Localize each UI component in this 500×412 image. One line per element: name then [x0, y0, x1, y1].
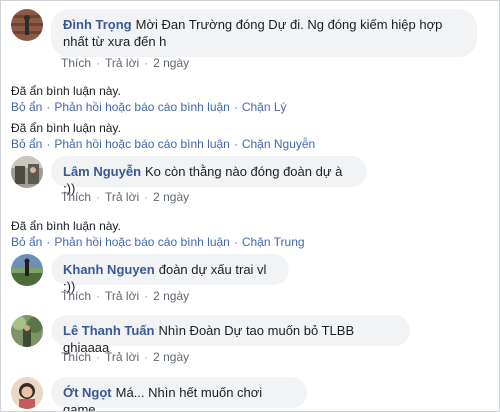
avatar[interactable] — [11, 315, 43, 347]
unhide-link[interactable]: Bỏ ẩn — [11, 137, 42, 151]
separator: · — [46, 137, 51, 151]
comment-actions: Thích · Trả lời · 2 ngày — [61, 190, 189, 204]
hidden-actions: Bỏ ẩn · Phản hồi hoặc báo cáo bình luận · Ch… — [11, 234, 305, 250]
separator: · — [144, 289, 149, 303]
comment-bubble: Lâm Nguyễn Ko còn thằng nào đóng đoàn dự … — [51, 156, 367, 196]
avatar[interactable] — [11, 156, 43, 188]
separator: · — [233, 100, 238, 114]
comment-bubble: Khanh Nguyen đoàn dự xấu trai vl :)) — [51, 254, 289, 294]
hidden-comment: Đã ẩn bình luận này. Bỏ ẩn · Phản hồi hoặc… — [11, 218, 305, 250]
hidden-message: Đã ẩn bình luận này. — [11, 84, 121, 98]
reply-link[interactable]: Trả lời — [105, 289, 139, 303]
comment-text-continued: nhất từ xưa đến h — [63, 34, 167, 49]
separator: · — [96, 56, 101, 70]
reply-link[interactable]: Trả lời — [105, 56, 139, 70]
block-link[interactable]: Chặn Lý — [242, 100, 287, 114]
avatar[interactable] — [11, 9, 43, 41]
separator: · — [144, 56, 149, 70]
comment-bubble: Ớt Ngọt Má... Nhìn hết muốn chơi game — [51, 377, 307, 411]
like-link[interactable]: Thích — [61, 289, 91, 303]
like-link[interactable]: Thích — [61, 56, 91, 70]
comment-bubble: Đình Trọng Mời Đan Trường đóng Dự đi. Ng … — [51, 9, 477, 57]
like-link[interactable]: Thích — [61, 350, 91, 364]
comment-bubble: Lê Thanh Tuấn Nhìn Đoàn Dự tao muốn bỏ TL… — [51, 315, 410, 355]
timestamp[interactable]: 2 ngày — [153, 56, 189, 70]
hidden-comment: Đã ẩn bình luận này. Bỏ ẩn · Phản hồi hoặc… — [11, 120, 315, 152]
comment-actions: Thích · Trả lời · 2 ngày — [61, 289, 189, 303]
timestamp[interactable]: 2 ngày — [153, 350, 189, 364]
unhide-link[interactable]: Bỏ ẩn — [11, 235, 42, 249]
separator: · — [233, 235, 238, 249]
block-link[interactable]: Chặn Nguyễn — [242, 137, 315, 151]
comment-actions: Thích · Trả lời · 2 ngày — [61, 56, 189, 70]
comment-author[interactable]: Lâm Nguyễn — [63, 164, 141, 179]
unhide-link[interactable]: Bỏ ẩn — [11, 100, 42, 114]
hidden-actions: Bỏ ẩn · Phản hồi hoặc báo cáo bình luận · Ch… — [11, 136, 315, 152]
comment-author[interactable]: Ớt Ngọt — [63, 385, 112, 400]
hidden-actions: Bỏ ẩn · Phản hồi hoặc báo cáo bình luận · Ch… — [11, 99, 287, 115]
reply-link[interactable]: Trả lời — [105, 350, 139, 364]
timestamp[interactable]: 2 ngày — [153, 289, 189, 303]
report-link[interactable]: Phản hồi hoặc báo cáo bình luận — [54, 235, 229, 249]
block-link[interactable]: Chặn Trung — [242, 235, 305, 249]
timestamp[interactable]: 2 ngày — [153, 190, 189, 204]
hidden-comment: Đã ẩn bình luận này. Bỏ ẩn · Phản hồi hoặc… — [11, 83, 287, 115]
separator: · — [96, 350, 101, 364]
separator: · — [144, 350, 149, 364]
reply-link[interactable]: Trả lời — [105, 190, 139, 204]
hidden-message: Đã ẩn bình luận này. — [11, 219, 121, 233]
separator: · — [233, 137, 238, 151]
avatar[interactable] — [11, 377, 43, 409]
report-link[interactable]: Phản hồi hoặc báo cáo bình luận — [54, 137, 229, 151]
comment-text: Mời Đan Trường đóng Dự đi. Ng đóng kiếm … — [135, 17, 443, 32]
report-link[interactable]: Phản hồi hoặc báo cáo bình luận — [54, 100, 229, 114]
comment-actions: Thích · Trả lời · 2 ngày — [61, 350, 189, 364]
separator: · — [96, 289, 101, 303]
separator: · — [46, 100, 51, 114]
comment-author[interactable]: Lê Thanh Tuấn — [63, 323, 154, 338]
comment-author[interactable]: Đình Trọng — [63, 17, 132, 32]
comment-author[interactable]: Khanh Nguyen — [63, 262, 155, 277]
comments-panel: Đình Trọng Mời Đan Trường đóng Dự đi. Ng … — [0, 0, 500, 412]
separator: · — [144, 190, 149, 204]
separator: · — [46, 235, 51, 249]
separator: · — [96, 190, 101, 204]
avatar[interactable] — [11, 254, 43, 286]
like-link[interactable]: Thích — [61, 190, 91, 204]
hidden-message: Đã ẩn bình luận này. — [11, 121, 121, 135]
